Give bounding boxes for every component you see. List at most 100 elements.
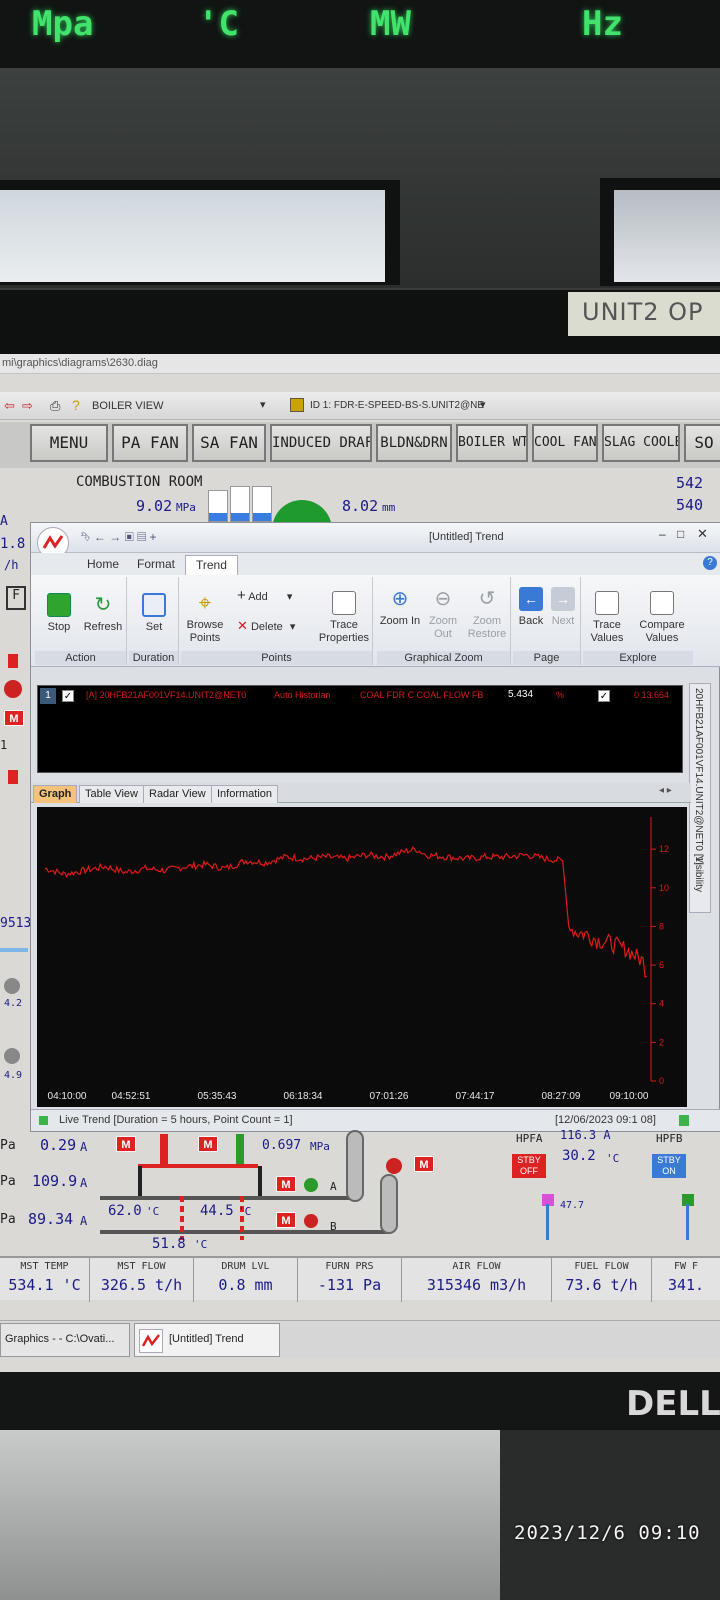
points-group-label: Points (181, 651, 372, 665)
trend-chart-svg: 0 2 4 6 8 10 12 04:10:00 04:52:51 05:35:43 06:18:3… (45, 817, 669, 1102)
sidebar-visibility-label[interactable]: Visibility (693, 856, 704, 892)
tab-format[interactable]: Format (127, 555, 185, 575)
refresh-button[interactable]: ↻ Refresh (81, 593, 125, 634)
tab-graph[interactable]: Graph (33, 785, 78, 803)
zoom-restore-button[interactable]: ↺ Zoom Restore (465, 587, 509, 641)
refresh-icon: ↻ (94, 594, 112, 616)
point-sidebar[interactable]: 20HFB21AF001VF14.UNIT2@NET0 [1] Visibili… (689, 683, 711, 913)
y-tick-label: 8 (659, 921, 664, 931)
row-pa1-label: Pa (0, 1138, 16, 1153)
fan-b-damper (236, 1134, 244, 1164)
trace-properties-button[interactable]: Trace Properties (317, 591, 371, 645)
view-selector[interactable]: BOILER VIEW (92, 400, 164, 412)
status-time: [12/06/2023 09:1 08] (555, 1114, 656, 1126)
graphics-toolbar: ⇦ ⇨ ⎙ ? BOILER VIEW ▾ ID 1: FDR-E-SPEED-… (0, 392, 720, 420)
x-tick-label: 07:44:17 (456, 1091, 495, 1102)
minimize-icon[interactable]: – (659, 527, 666, 541)
back-label: Back (518, 615, 544, 627)
metric-drum-lvl: DRUM LVL 0.8 mm (194, 1258, 298, 1302)
y-tick-label: 12 (659, 844, 669, 854)
level-bar-1 (208, 490, 228, 522)
address-bar[interactable]: mi\graphics\diagrams\2630.diag (0, 354, 720, 374)
zoom-in-icon: ⊕ (391, 588, 409, 610)
hpfa-pipe (546, 1204, 549, 1240)
combustion-room-title: COMBUSTION ROOM (76, 474, 203, 490)
zoom-out-button[interactable]: ⊖ Zoom Out (423, 587, 463, 641)
trend-graph-area[interactable]: 0 2 4 6 8 10 12 04:10:00 04:52:51 05:35:43 06:18:3… (37, 807, 687, 1107)
nav-so-button[interactable]: SO (684, 424, 720, 462)
monitor-bezel-bottom (0, 1372, 720, 1430)
compare-values-button[interactable]: Compare Values (633, 591, 691, 645)
ribbon-group-explore: Trace Values Compare Values Explore (583, 577, 693, 665)
help-icon[interactable]: ? (703, 556, 717, 570)
maximize-icon[interactable]: □ (677, 527, 684, 541)
refresh-label: Refresh (83, 621, 123, 633)
nav-boiler-wtr-button[interactable]: BOILER WTR (456, 424, 528, 462)
led-unit-pressure: Mpa (32, 4, 94, 44)
tab-scroll-arrows-icon[interactable]: ◂ ▸ (659, 785, 672, 796)
motor-m-box-1[interactable]: M (116, 1136, 136, 1152)
legend-scale-checkbox[interactable]: ✓ (598, 690, 610, 702)
right-value-1: 542 (676, 474, 704, 492)
point-dropdown-icon[interactable]: ▾ (480, 398, 486, 411)
tab-trend[interactable]: Trend (185, 555, 238, 575)
metric-air-flow: AIR FLOW 315346 m3/h (402, 1258, 552, 1302)
hpfa-amps: 116.3 A (560, 1128, 611, 1142)
forward-arrow-icon[interactable]: ⇨ (22, 398, 33, 414)
browse-points-button[interactable]: ⌖ Browse Points (183, 591, 227, 645)
nav-sa-fan-button[interactable]: SA FAN (192, 424, 266, 462)
level-bar-3 (252, 486, 272, 522)
dashed-line-left (180, 1196, 184, 1240)
legend-point-tag[interactable]: [A] 20HFB21AF001VF14.UNIT2@NET0 (86, 690, 246, 700)
row-pa1-unit: A (80, 1140, 88, 1154)
y-tick-label: 10 (659, 883, 669, 893)
close-icon[interactable]: ✕ (697, 526, 708, 542)
nav-induced-draft-button[interactable]: INDUCED DRAFT (270, 424, 372, 462)
taskbar-item-graphics[interactable]: Graphics - - C:\Ovati... (0, 1323, 130, 1357)
stop-button[interactable]: Stop (39, 593, 79, 634)
zoom-in-button[interactable]: ⊕ Zoom In (379, 587, 421, 628)
nav-cool-fan-button[interactable]: COOL FAN (532, 424, 598, 462)
delete-dropdown-icon[interactable]: ▾ (290, 621, 296, 633)
x-tick-label: 08:27:09 (542, 1091, 581, 1102)
set-duration-button[interactable]: Set (133, 593, 175, 634)
point-id-field[interactable]: ID 1: FDR-E-SPEED-BS-S.UNIT2@NE (310, 400, 484, 411)
legend-visible-checkbox[interactable]: ✓ (62, 690, 74, 702)
duration-group-label: Duration (129, 651, 178, 665)
delete-point-button[interactable]: ✕ Delete ▾ (237, 619, 295, 634)
back-arrow-icon[interactable]: ⇦ (4, 398, 15, 414)
next-page-button[interactable]: → Next (547, 587, 579, 628)
quick-access-icons[interactable]: ⮷ ← → ▣ ▤ + (81, 530, 157, 545)
nav-bldn-drn-button[interactable]: BLDN&DRN (376, 424, 452, 462)
trace-properties-icon (332, 591, 356, 615)
metric-label: MST FLOW (117, 1261, 166, 1272)
tab-radar-view[interactable]: Radar View (143, 785, 212, 803)
nav-pa-fan-button[interactable]: PA FAN (112, 424, 188, 462)
motor-m-box-3[interactable]: M (414, 1156, 434, 1172)
motor-m-box-b[interactable]: M (276, 1212, 296, 1228)
add-dropdown-icon[interactable]: ▾ (287, 591, 293, 603)
led-unit-power: MW (370, 4, 411, 44)
monitor-screen: mi\graphics\diagrams\2630.diag ⇦ ⇨ ⎙ ? B… (0, 354, 720, 1372)
motor-m-box-a[interactable]: M (276, 1176, 296, 1192)
temp-2-value: 44.5 (200, 1203, 234, 1219)
nav-slag-cooler-button[interactable]: SLAG COOLER (602, 424, 680, 462)
back-page-button[interactable]: ← Back (515, 587, 547, 628)
add-point-button[interactable]: + Add ▾ (237, 588, 293, 604)
view-dropdown-icon[interactable]: ▾ (260, 398, 266, 411)
taskbar-item-trend[interactable]: [Untitled] Trend (134, 1323, 280, 1357)
tab-information[interactable]: Information (211, 785, 279, 803)
tab-home[interactable]: Home (77, 555, 129, 575)
metric-fw-flow: FW F 341. (652, 1258, 720, 1302)
print-icon[interactable]: ⎙ (50, 398, 60, 414)
hpfb-stby-on-button[interactable]: STBY ON (652, 1154, 686, 1178)
level-bar-2 (230, 486, 250, 522)
help-icon[interactable]: ? (72, 397, 80, 413)
nav-menu-button[interactable]: MENU (30, 424, 108, 462)
tab-table-view[interactable]: Table View (79, 785, 144, 803)
ribbon-group-duration: Set Duration (129, 577, 179, 665)
motor-m-box-2[interactable]: M (198, 1136, 218, 1152)
set-duration-icon (142, 593, 166, 617)
trace-values-button[interactable]: Trace Values (585, 591, 629, 645)
hpfa-stby-off-button[interactable]: STBY OFF (512, 1154, 546, 1178)
